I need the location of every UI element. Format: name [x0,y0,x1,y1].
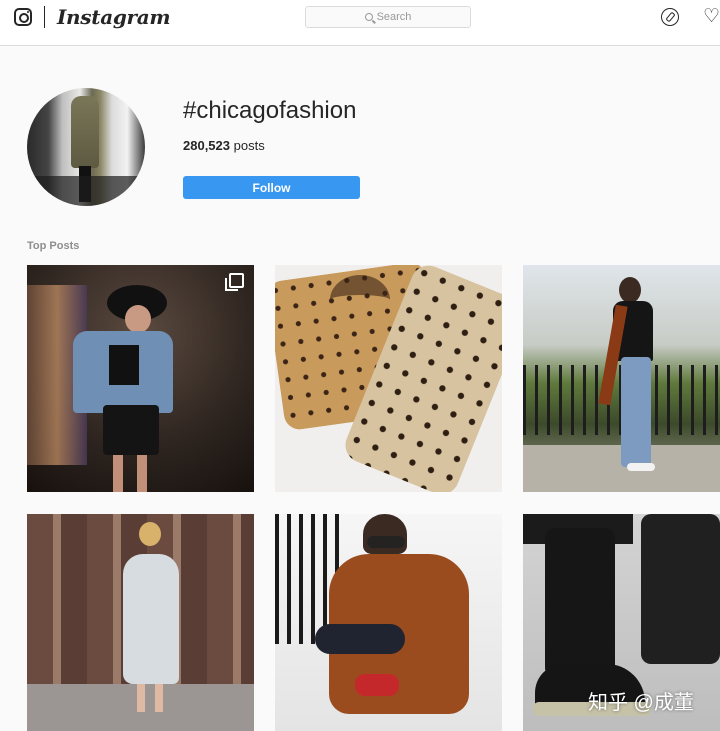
multiple-images-icon [225,273,244,291]
dark-jeans [315,624,405,654]
compass-icon[interactable] [661,8,679,26]
logo-divider [44,6,45,28]
leg [113,455,123,492]
blonde-hair [139,522,161,546]
search-placeholder: Search [376,11,412,23]
jeans [621,357,651,467]
search-icon [364,13,373,21]
search-input[interactable]: Search [305,6,471,28]
top-nav-bar: Instagram Search ♡ [0,0,720,46]
leg [155,684,163,712]
post-thumbnail[interactable] [275,265,502,492]
post-count: 280,523 posts [183,138,265,153]
avatar-figure [71,96,99,168]
black-top [109,345,139,385]
combat-boot [545,528,615,678]
heart-icon[interactable]: ♡ [703,7,720,26]
post-thumbnail[interactable] [27,265,254,492]
hair [363,514,407,554]
white-heels [627,463,655,471]
post-count-number: 280,523 [183,138,230,153]
ruffle-dress [123,554,179,684]
post-thumbnail[interactable] [275,514,502,731]
hashtag-avatar [27,88,145,206]
hair [619,277,641,303]
leg [137,684,145,712]
sweater-neckline [330,275,390,325]
red-shoe [355,674,399,696]
follow-button[interactable]: Follow [183,176,360,199]
leg [137,455,147,492]
sunglasses [367,536,405,548]
post-thumbnail[interactable] [523,265,720,492]
second-boot [641,514,720,664]
page-title: #chicagofashion [183,97,357,124]
leather-skirt [103,405,159,455]
post-thumbnail[interactable] [27,514,254,731]
instagram-glyph-icon[interactable] [14,8,32,26]
avatar-floor [27,176,145,206]
face [125,305,151,333]
top-posts-heading: Top Posts [27,240,80,252]
post-count-label: posts [233,138,265,153]
source-watermark: 知乎 @成董 [588,692,694,714]
instagram-wordmark[interactable]: Instagram [57,5,171,29]
